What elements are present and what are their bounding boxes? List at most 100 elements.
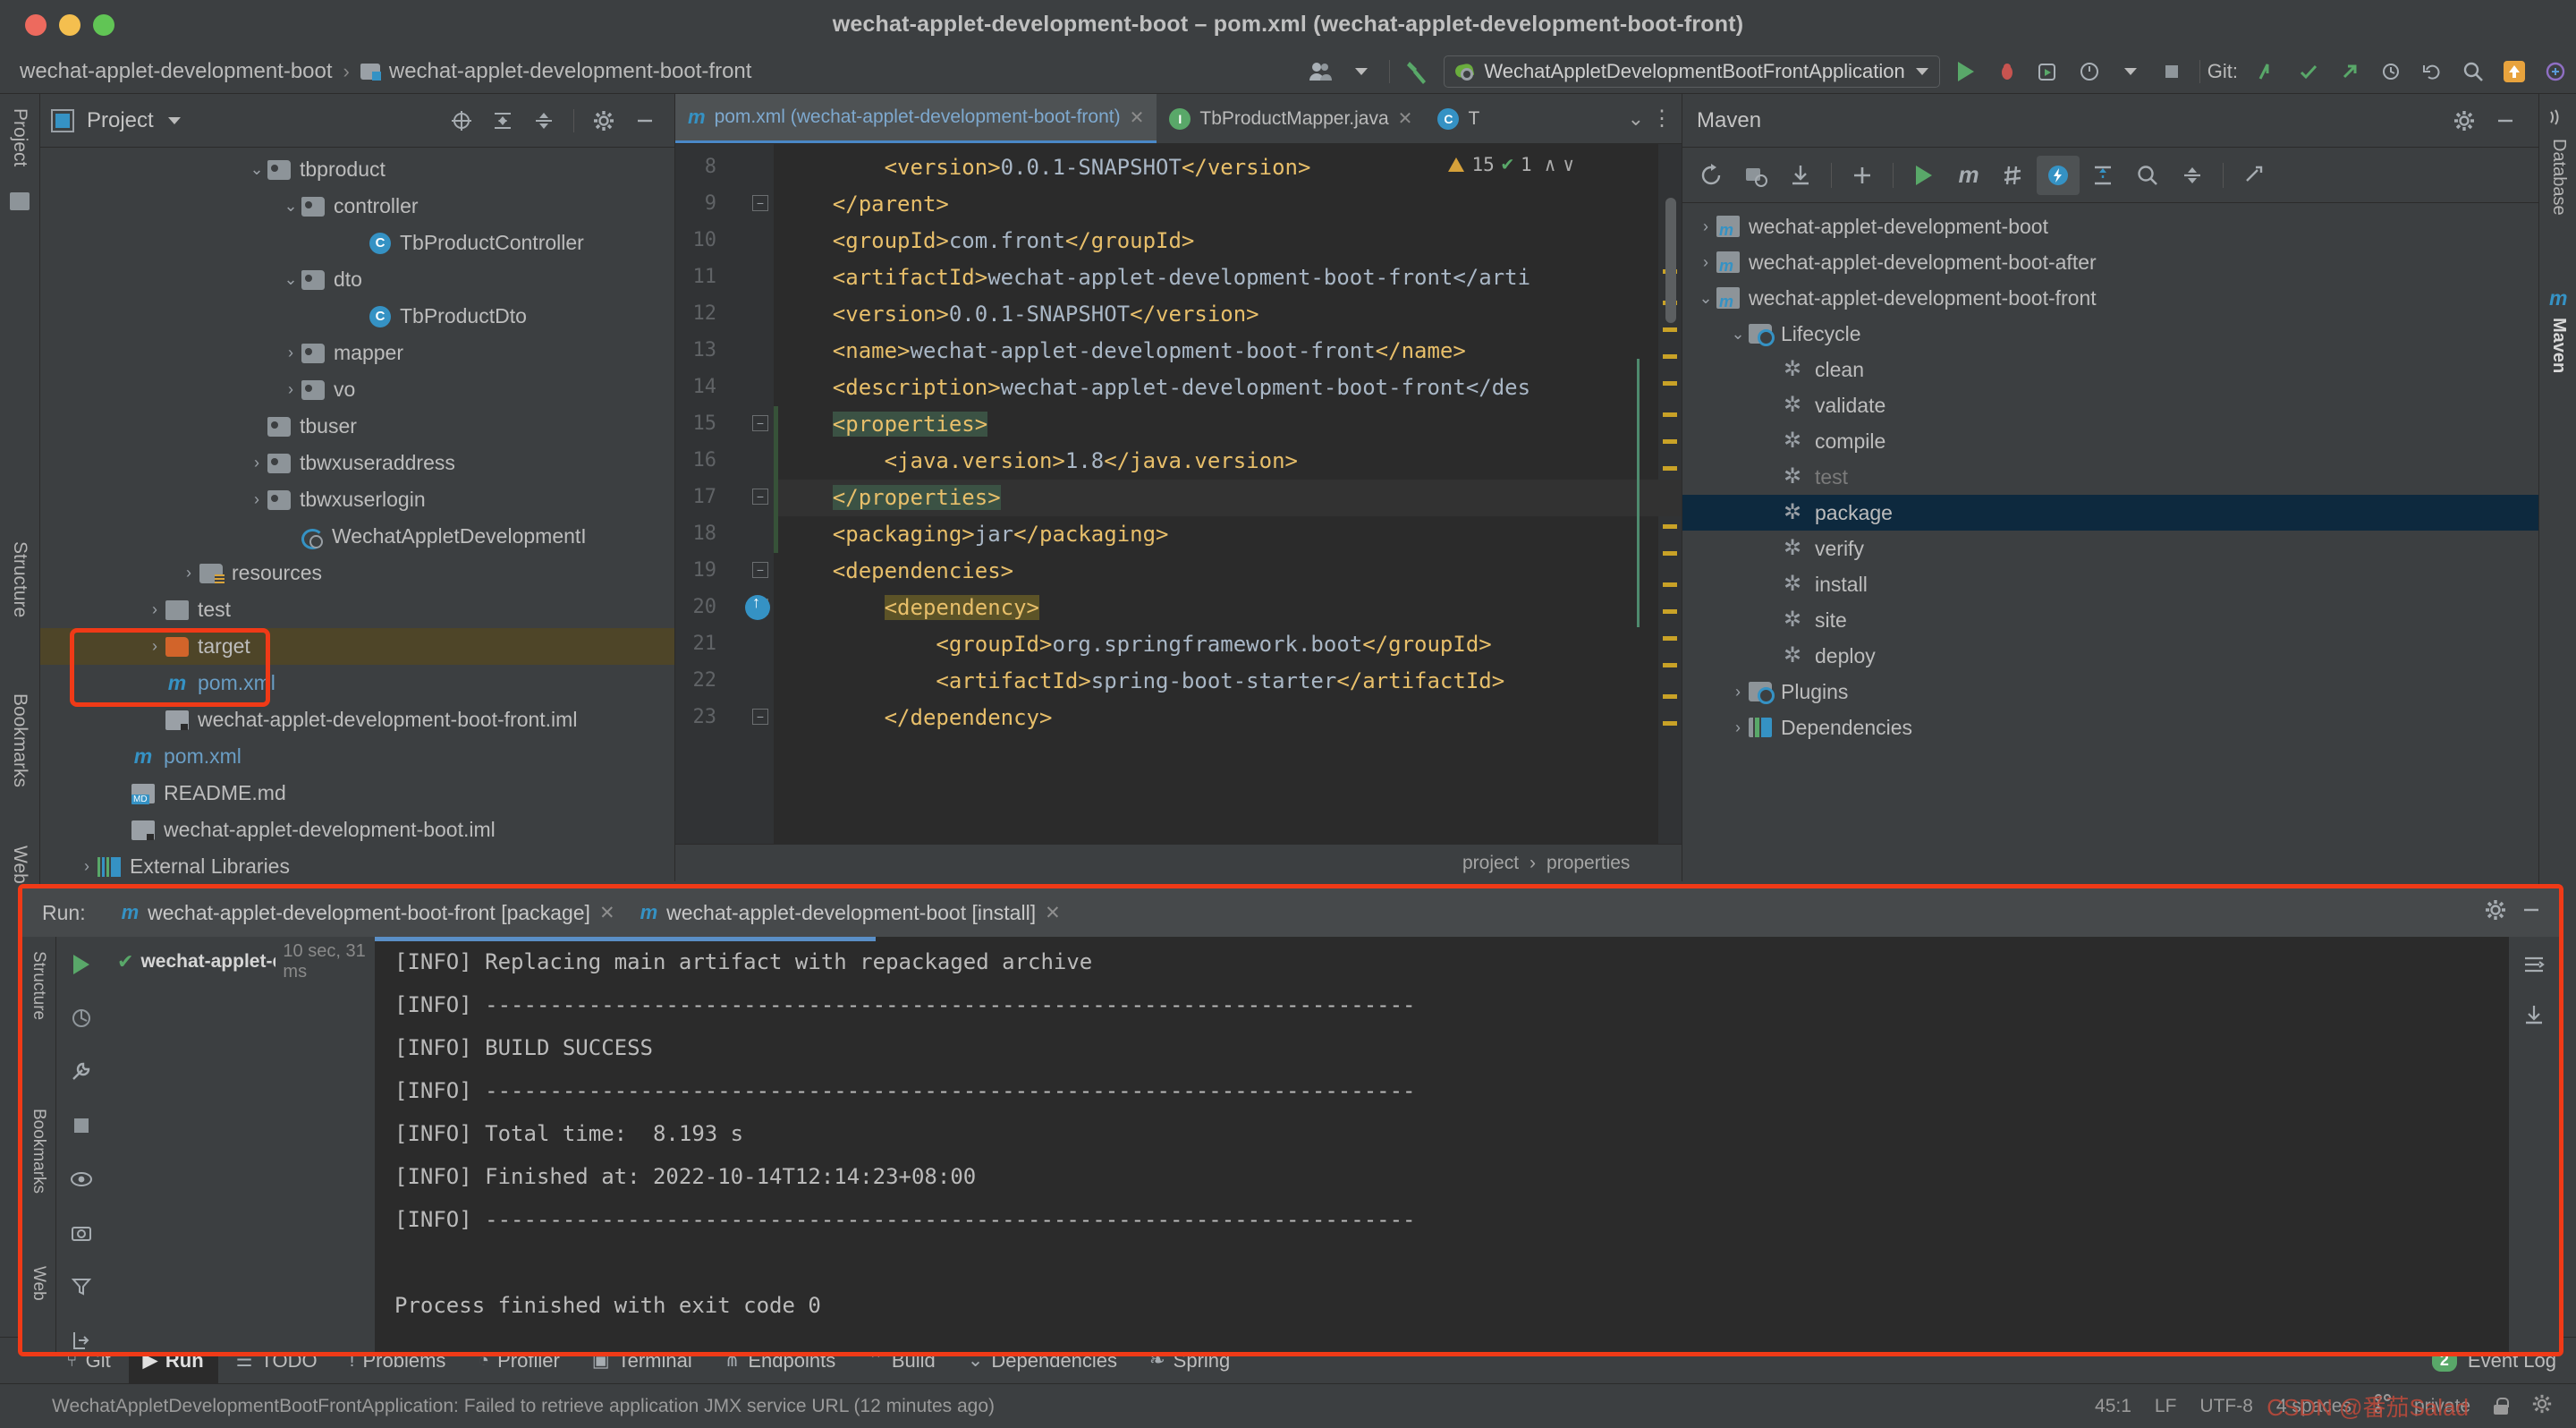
maven-tree-row[interactable]: › Plugins <box>1682 674 2538 710</box>
chevron-right-icon[interactable]: › <box>1727 683 1749 701</box>
close-icon[interactable]: ✕ <box>1045 902 1061 924</box>
rail-button-database[interactable]: Database <box>2548 139 2569 216</box>
profiler-button[interactable] <box>2069 52 2110 91</box>
more-options-icon[interactable]: ⋮ <box>1651 106 1673 132</box>
code-editor[interactable]: 89−101112131415−1617−1819−20−212223− 15 … <box>675 144 1682 844</box>
chevron-down-icon[interactable] <box>167 116 181 124</box>
tree-row[interactable]: › tbwxuserlogin <box>40 481 674 518</box>
download-sources-icon[interactable] <box>1779 156 1822 195</box>
scroll-to-end-icon[interactable] <box>2518 999 2550 1030</box>
debug-button[interactable] <box>1987 52 2028 91</box>
rail-button-structure[interactable]: Structure <box>9 532 30 626</box>
tree-row[interactable]: › mapper <box>40 335 674 371</box>
maven-tree-row[interactable]: ✲ verify <box>1682 531 2538 566</box>
expand-all-icon[interactable] <box>484 103 521 139</box>
project-tree[interactable]: ⌄tbproduct⌄controller·CTbProductControll… <box>40 148 674 881</box>
chevron-right-icon[interactable]: › <box>178 564 199 582</box>
search-icon[interactable] <box>2453 52 2494 91</box>
error-stripe-mark[interactable] <box>1663 412 1677 417</box>
error-stripe-mark[interactable] <box>1663 582 1677 587</box>
lock-icon[interactable] <box>2494 1397 2509 1415</box>
maven-tree-row[interactable]: › wechat-applet-development-boot-after <box>1682 244 2538 280</box>
chevron-down-icon[interactable] <box>2110 52 2151 91</box>
maven-tree-row[interactable]: ✲ validate <box>1682 387 2538 423</box>
chevron-down-icon[interactable]: ⌄ <box>1727 325 1749 344</box>
tree-row[interactable]: · wechat-applet-development-boot.iml <box>40 812 674 848</box>
tree-row[interactable]: · README.md <box>40 775 674 812</box>
git-push-icon[interactable] <box>2329 52 2370 91</box>
breadcrumb-element-project[interactable]: project <box>1462 853 1519 874</box>
console-output[interactable]: [INFO] Replacing main artifact with repa… <box>375 937 2509 1352</box>
breadcrumb-project[interactable]: wechat-applet-development-boot <box>20 59 333 84</box>
tree-row[interactable]: › External Libraries <box>40 848 674 881</box>
error-stripe-mark[interactable] <box>1663 609 1677 614</box>
tree-row[interactable]: · wechat-applet-development-boot-front.im… <box>40 701 674 738</box>
soft-wrap-icon[interactable] <box>2518 949 2550 980</box>
maven-tree-row[interactable]: ✲ install <box>1682 566 2538 602</box>
editor-tab[interactable]: CT <box>1425 94 1492 143</box>
rail-button-bookmarks[interactable]: Bookmarks <box>9 684 30 796</box>
error-stripe-mark[interactable] <box>1663 439 1677 444</box>
filter-icon[interactable] <box>65 1271 97 1302</box>
run-with-coverage-button[interactable] <box>2028 52 2069 91</box>
run-button[interactable] <box>1945 52 1987 91</box>
notifications-icon[interactable] <box>2546 106 2568 132</box>
breadcrumb-element-properties[interactable]: properties <box>1546 853 1630 874</box>
maven-tree-row[interactable]: ✲ test <box>1682 459 2538 495</box>
error-stripe-mark[interactable] <box>1663 466 1677 471</box>
code-fold-icon[interactable]: − <box>752 489 768 505</box>
breadcrumb-module[interactable]: wechat-applet-development-boot-front <box>360 59 751 84</box>
rerun-button[interactable] <box>65 949 97 980</box>
hide-panel-icon[interactable] <box>626 103 664 139</box>
close-icon[interactable]: ✕ <box>599 902 615 924</box>
maven-tree[interactable]: › wechat-applet-development-boot › wechat-a… <box>1682 203 2538 881</box>
import-icon[interactable] <box>65 1325 97 1352</box>
status-gear-icon[interactable] <box>2531 1393 2553 1420</box>
git-commit-icon[interactable] <box>2288 52 2329 91</box>
tree-row[interactable]: ⌄ dto <box>40 261 674 298</box>
run-tab-install[interactable]: m wechat-applet-development-boot [instal… <box>628 888 1073 937</box>
run-maven-goal-icon[interactable] <box>1902 156 1945 195</box>
chevron-right-icon[interactable]: › <box>246 454 267 472</box>
collapse-all-icon[interactable] <box>2171 156 2214 195</box>
maven-settings-icon[interactable] <box>2233 156 2275 195</box>
chevron-down-icon[interactable]: ⌄ <box>280 197 301 216</box>
undo-icon[interactable] <box>2411 52 2453 91</box>
tree-row[interactable]: › vo <box>40 371 674 408</box>
chevron-right-icon[interactable]: › <box>1695 217 1716 236</box>
code-fold-icon[interactable]: − <box>752 415 768 431</box>
search-icon[interactable] <box>2126 156 2169 195</box>
editor-gutter[interactable]: 89−101112131415−1617−1819−20−212223− <box>675 144 774 844</box>
error-stripe-mark[interactable] <box>1663 551 1677 556</box>
tree-row[interactable]: · WechatAppletDevelopmentI <box>40 518 674 555</box>
tree-row[interactable]: ⌄ controller <box>40 188 674 225</box>
chevron-down-icon[interactable]: ⌄ <box>280 270 301 289</box>
chevron-right-icon[interactable]: › <box>280 344 301 362</box>
caret-position[interactable]: 45:1 <box>2095 1396 2131 1417</box>
add-maven-project-icon[interactable] <box>1841 156 1884 195</box>
maven-tree-row[interactable]: ✲ package <box>1682 495 2538 531</box>
gear-icon[interactable] <box>2484 898 2507 928</box>
settings-wrench-icon[interactable] <box>65 1057 97 1087</box>
hide-panel-icon[interactable] <box>2520 898 2543 928</box>
error-stripe-mark[interactable] <box>1663 524 1677 529</box>
maven-tree-row[interactable]: › wechat-applet-development-boot <box>1682 208 2538 244</box>
commit-icon[interactable] <box>10 192 30 210</box>
chevron-right-icon[interactable]: › <box>1695 253 1716 272</box>
chevron-down-icon[interactable] <box>1341 52 1382 91</box>
close-icon[interactable]: ✕ <box>1130 106 1145 129</box>
chevron-right-icon[interactable]: › <box>76 857 97 876</box>
search-everywhere-icon[interactable] <box>2535 52 2576 91</box>
reload-projects-icon[interactable] <box>1690 156 1733 195</box>
tree-row[interactable]: › target <box>40 628 674 665</box>
chevron-right-icon[interactable]: › <box>246 490 267 509</box>
maven-tree-row[interactable]: ✲ compile <box>1682 423 2538 459</box>
toggle-tasks-icon[interactable] <box>65 1003 97 1033</box>
file-encoding[interactable]: UTF-8 <box>2199 1396 2253 1417</box>
error-stripe-mark[interactable] <box>1663 327 1677 332</box>
chevron-down-icon[interactable]: ⌄ <box>1628 107 1644 131</box>
maven-tree-row[interactable]: › Dependencies <box>1682 710 2538 745</box>
error-stripe-mark[interactable] <box>1663 694 1677 699</box>
editor-tab[interactable]: I TbProductMapper.java ✕ <box>1157 94 1425 143</box>
execute-maven-goal-icon[interactable]: m <box>1947 156 1990 195</box>
